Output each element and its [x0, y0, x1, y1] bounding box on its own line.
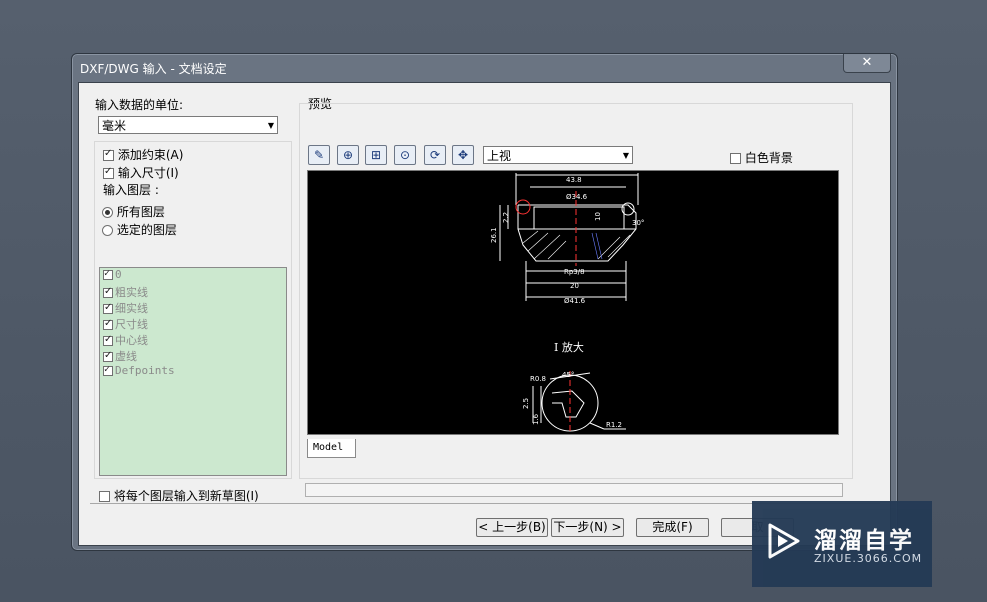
dim-angle: 30° — [632, 219, 644, 227]
units-value: 毫米 — [102, 119, 127, 133]
new-sketch-label: 将每个图层输入到新草图(I) — [113, 489, 259, 503]
list-item[interactable]: 虚线 — [100, 348, 286, 364]
list-item[interactable]: 细实线 — [100, 300, 286, 316]
layer-name: 虚线 — [115, 350, 137, 363]
list-item[interactable]: Defpoints — [100, 364, 286, 380]
layer-name: 细实线 — [115, 302, 148, 315]
pan-icon[interactable]: ✥ — [452, 145, 474, 165]
zoom-fit-icon[interactable]: ⊙ — [394, 145, 416, 165]
dim-10: 10 — [594, 212, 602, 221]
import-dimensions-option[interactable]: 输入尺寸(I) — [103, 164, 179, 181]
watermark: 溜溜自学 ZIXUE.3066.COM — [752, 501, 932, 587]
radio-selected-layers-button[interactable] — [102, 225, 113, 236]
white-background-checkbox[interactable] — [730, 153, 741, 164]
radio-selected-layers-label: 选定的图层 — [116, 223, 177, 237]
chevron-down-icon: ▼ — [622, 151, 629, 160]
close-button[interactable]: ✕ — [843, 54, 891, 73]
layer-list[interactable]: 0 粗实线 细实线 尺寸线 中心线 虚线 Defpoints — [99, 267, 287, 476]
det-45: 45° — [562, 371, 574, 379]
layer-name: 0 — [115, 268, 122, 281]
detail-label: I 放大 — [554, 340, 584, 354]
add-constraints-checkbox[interactable] — [103, 148, 114, 161]
det-2: 2.5 — [522, 398, 530, 409]
det-16: 1.6 — [532, 413, 540, 425]
layer-checkbox[interactable] — [103, 350, 113, 362]
part-groove — [533, 206, 625, 230]
layer-checkbox[interactable] — [103, 302, 113, 314]
new-sketch-checkbox[interactable] — [99, 491, 110, 502]
layer-checkbox[interactable] — [103, 364, 113, 376]
layer-name: 粗实线 — [115, 286, 148, 299]
tab-model[interactable]: Model — [307, 439, 356, 458]
preview-canvas[interactable]: 43.8 Ø34.6 10 26.1 2.2 30° Rp3/8 20 Ø41.… — [307, 170, 839, 435]
list-item[interactable]: 粗实线 — [100, 284, 286, 300]
view-dropdown[interactable]: 上视 ▼ — [483, 146, 633, 164]
layers-group-label: 输入图层 : — [103, 181, 161, 198]
next-button-label: 下一步(N) > — [553, 520, 622, 534]
cad-drawing: 43.8 Ø34.6 10 26.1 2.2 30° Rp3/8 20 Ø41.… — [490, 173, 644, 434]
layer-name: 中心线 — [115, 334, 148, 347]
list-item[interactable]: 中心线 — [100, 332, 286, 348]
tab-model-label: Model — [313, 442, 344, 453]
import-dimensions-checkbox[interactable] — [103, 166, 114, 179]
play-logo-icon — [768, 523, 800, 559]
next-button[interactable]: 下一步(N) > — [551, 518, 624, 537]
white-background-label: 白色背景 — [744, 151, 793, 165]
back-button-label: < 上一步(B) — [478, 520, 546, 534]
add-constraints-option[interactable]: 添加约束(A) — [103, 146, 183, 163]
dxf-import-dialog: DXF/DWG 输入 - 文档设定 ✕ 输入数据的单位: 毫米 ▼ 添加约束(A… — [71, 53, 898, 551]
layer-checkbox[interactable] — [103, 286, 113, 298]
import-dimensions-label: 输入尺寸(I) — [117, 166, 179, 180]
select-pan-icon[interactable]: ✎ — [308, 145, 330, 165]
radio-all-layers-button[interactable] — [102, 207, 113, 218]
list-item[interactable]: 0 — [100, 268, 286, 284]
watermark-name: 溜溜自学 — [814, 528, 914, 554]
zoom-in-icon[interactable]: ⊕ — [337, 145, 359, 165]
add-constraints-label: 添加约束(A) — [117, 148, 184, 162]
dim-dia1: Ø34.6 — [566, 193, 588, 201]
dialog-body: 输入数据的单位: 毫米 ▼ 添加约束(A) 输入尺寸(I) 输入图层 : 所有图… — [78, 82, 891, 546]
layer-checkbox[interactable] — [103, 334, 113, 346]
dim-top: 43.8 — [566, 176, 582, 184]
white-background-option[interactable]: 白色背景 — [730, 149, 793, 166]
radio-all-layers[interactable]: 所有图层 — [102, 203, 165, 220]
det-r12: R1.2 — [606, 421, 622, 429]
dim-left1: 26.1 — [490, 227, 498, 243]
layer-name: 尺寸线 — [115, 318, 148, 331]
finish-button[interactable]: 完成(F) — [636, 518, 709, 537]
title-bar: DXF/DWG 输入 - 文档设定 ✕ — [72, 54, 897, 82]
dim-thread: Rp3/8 — [564, 268, 585, 276]
layer-checkbox[interactable] — [103, 268, 113, 280]
dim-bottom: Ø41.6 — [564, 297, 586, 305]
refresh-icon[interactable]: ⟳ — [424, 145, 446, 165]
watermark-url: ZIXUE.3066.COM — [814, 552, 923, 565]
layer-checkbox[interactable] — [103, 318, 113, 330]
radio-selected-layers[interactable]: 选定的图层 — [102, 221, 177, 238]
layer-name: Defpoints — [115, 364, 175, 377]
chevron-down-icon: ▼ — [267, 121, 274, 130]
back-button[interactable]: < 上一步(B) — [476, 518, 548, 537]
units-dropdown[interactable]: 毫米 ▼ — [98, 116, 278, 134]
zoom-window-icon[interactable]: ⊞ — [365, 145, 387, 165]
list-item[interactable]: 尺寸线 — [100, 316, 286, 332]
dim-left2: 2.2 — [502, 212, 510, 223]
dialog-title: DXF/DWG 输入 - 文档设定 — [80, 62, 227, 76]
view-value: 上视 — [487, 149, 512, 163]
det-r08: R0.8 — [530, 375, 546, 383]
new-sketch-option[interactable]: 将每个图层输入到新草图(I) — [99, 487, 259, 504]
progress-bar — [305, 483, 843, 497]
units-label: 输入数据的单位: — [95, 98, 184, 112]
dim-20: 20 — [570, 282, 579, 290]
close-icon: ✕ — [861, 55, 873, 70]
radio-all-layers-label: 所有图层 — [116, 205, 165, 219]
finish-button-label: 完成(F) — [652, 520, 693, 534]
